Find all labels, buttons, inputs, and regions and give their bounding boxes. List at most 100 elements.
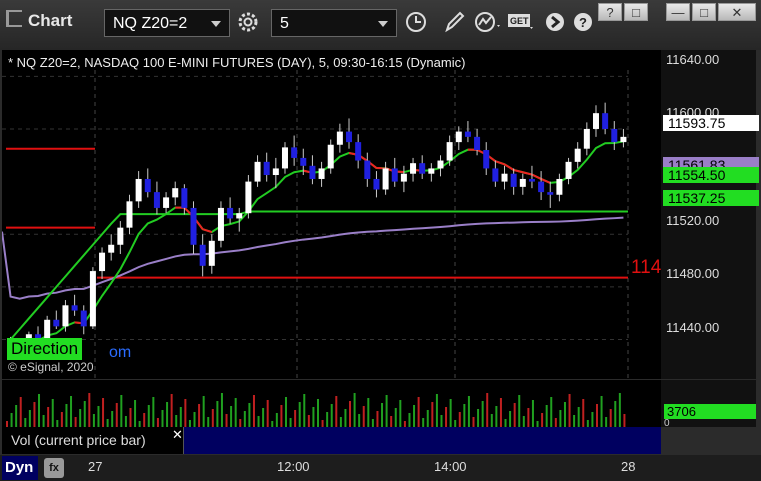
volume-bar <box>303 394 306 427</box>
volume-bar <box>353 393 356 427</box>
pen-icon[interactable] <box>439 9 469 37</box>
candle-body <box>428 168 435 174</box>
candle-body <box>163 197 170 208</box>
volume-bar <box>394 408 397 427</box>
volume-bar <box>216 401 219 427</box>
volume-bar <box>129 408 132 427</box>
symbol-dropdown-icon[interactable] <box>211 21 221 27</box>
volume-bar <box>573 415 576 427</box>
price-tick: 11440.00 <box>666 320 720 335</box>
volume-bar <box>83 401 86 427</box>
volume-bar <box>211 409 214 427</box>
get-icon[interactable]: GET <box>506 9 536 37</box>
volume-bar <box>509 411 512 427</box>
ma-fast-red-segment <box>531 173 542 180</box>
clock-icon[interactable] <box>401 9 431 37</box>
volume-bar <box>184 399 187 427</box>
last-price-tag: 11593.75 <box>663 115 759 131</box>
volume-bar <box>42 415 45 427</box>
price-axis[interactable]: 11640.00 11600.00 11520.00 11480.00 1144… <box>661 50 756 379</box>
volume-bar <box>161 410 164 427</box>
candle-body <box>108 244 115 253</box>
study-icon[interactable] <box>473 9 503 37</box>
ma-fast-red-segment <box>513 168 524 174</box>
volume-bar <box>111 411 114 427</box>
time-axis[interactable]: Dyn fx 27 12:00 14:00 28 <box>0 455 761 481</box>
volume-bar <box>60 412 63 427</box>
volume-bar <box>454 420 457 427</box>
volume-bar <box>147 405 150 427</box>
candle-body <box>355 142 362 161</box>
candle-body <box>455 131 462 143</box>
volume-bar <box>417 397 420 427</box>
volume-bar <box>266 400 269 427</box>
volume-bar <box>413 405 416 427</box>
volume-bar <box>344 409 347 427</box>
window-help-button[interactable]: ? <box>598 3 622 21</box>
gear-icon[interactable] <box>233 9 263 37</box>
volume-bar <box>614 401 617 427</box>
close-study-icon[interactable]: ✕ <box>172 427 183 443</box>
volume-bar <box>481 401 484 427</box>
volume-bar <box>289 418 292 427</box>
volume-bar <box>490 414 493 427</box>
candle-body <box>217 207 224 241</box>
fx-icon[interactable]: fx <box>44 458 64 478</box>
level-price-text: 114 <box>631 257 662 278</box>
candle-body <box>583 128 590 149</box>
volume-bar <box>248 403 251 427</box>
candle-body <box>565 161 572 179</box>
volume-bar <box>65 404 68 427</box>
candle-body <box>190 207 197 245</box>
time-tick: 12:00 <box>277 459 310 474</box>
copyright: © eSignal, 2020 <box>8 360 94 374</box>
candle-body <box>501 173 508 182</box>
volume-bar <box>243 411 246 427</box>
window-restore-button[interactable]: □ <box>624 3 648 21</box>
volume-bar <box>545 405 548 427</box>
candle-body <box>327 144 334 169</box>
volume-bar <box>225 414 228 427</box>
help-icon[interactable]: ? <box>568 9 598 37</box>
direction-label: Direction <box>7 338 83 360</box>
volume-bar <box>312 407 315 427</box>
candle-body <box>437 160 444 169</box>
ma-slow-price-tag: 11537.25 <box>663 190 759 206</box>
ma-fast-red-segment <box>522 171 533 176</box>
candle-body <box>364 160 371 179</box>
interval-value: 5 <box>280 15 289 32</box>
candle-body <box>620 136 627 143</box>
volume-study-label[interactable]: Vol (current price bar) <box>2 427 184 454</box>
volume-bar <box>568 394 571 427</box>
candle-body <box>602 113 609 129</box>
volume-bar <box>367 398 370 427</box>
window-maximize-button[interactable]: □ <box>692 3 716 21</box>
volume-bar <box>595 404 598 427</box>
volume-bar <box>618 393 621 427</box>
window-minimize-button[interactable]: — <box>666 3 690 21</box>
app-title: Chart <box>6 10 72 31</box>
volume-bar <box>472 417 475 427</box>
volume-bar <box>486 393 489 427</box>
volume-bar <box>339 417 342 427</box>
candle-body <box>281 147 288 169</box>
volume-bar <box>321 420 324 427</box>
volume-bar <box>143 413 146 427</box>
volume-bar <box>307 415 310 427</box>
candle-body <box>492 168 499 182</box>
candle-body <box>400 173 407 182</box>
interval-dropdown-icon[interactable] <box>378 21 388 27</box>
candle-body <box>410 163 417 174</box>
volume-pane[interactable] <box>2 380 661 427</box>
volume-bar <box>56 420 59 427</box>
volume-bar <box>623 414 626 427</box>
volume-bar <box>362 406 365 427</box>
symbol-input[interactable]: NQ Z20=2 <box>104 9 230 37</box>
arrow-icon[interactable] <box>540 9 570 37</box>
volume-bar <box>175 415 178 427</box>
price-tick: 11480.00 <box>666 266 720 281</box>
price-chart[interactable]: * NQ Z20=2, NASDAQ 100 E-MINI FUTURES (D… <box>1 50 662 379</box>
interval-input[interactable]: 5 <box>271 9 397 37</box>
volume-bar <box>252 395 255 427</box>
window-close-button[interactable]: ✕ <box>718 3 756 21</box>
